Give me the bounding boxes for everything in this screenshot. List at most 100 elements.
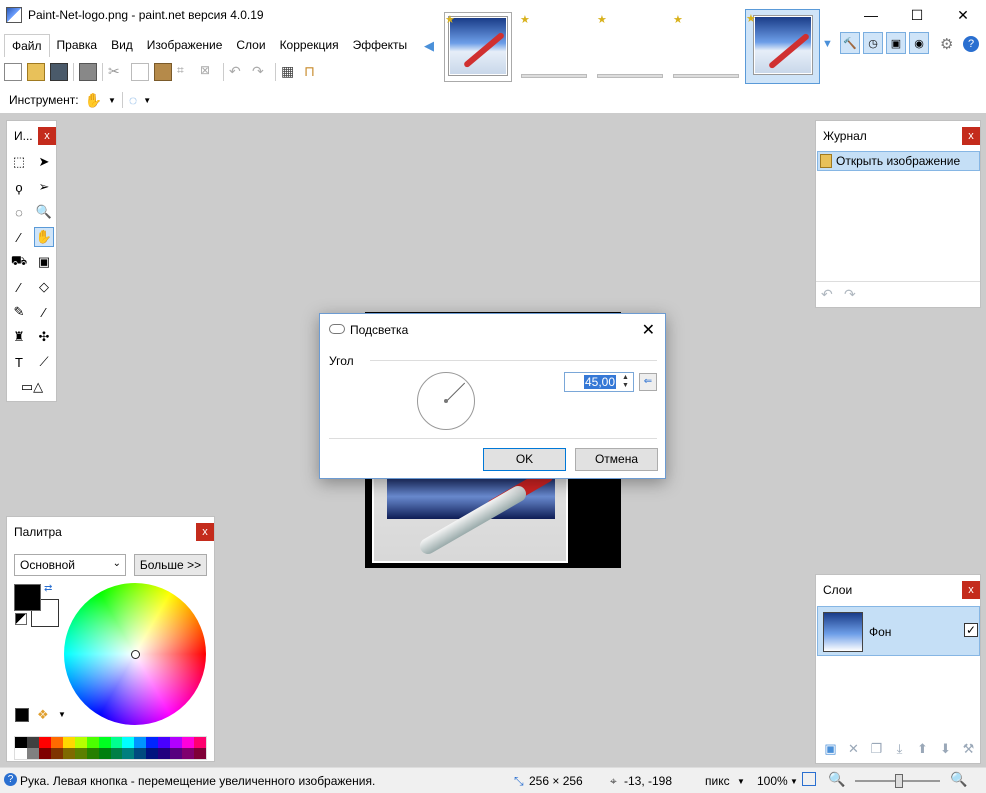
color-swatch[interactable] — [26, 737, 39, 748]
color-swatch[interactable] — [50, 737, 63, 748]
shapes-icon[interactable]: ▭△ — [15, 377, 49, 397]
angle-input[interactable]: 45,00 ▲ ▼ — [564, 372, 634, 392]
color-swatch[interactable] — [182, 748, 195, 759]
color-swatch[interactable] — [170, 737, 183, 748]
redo-icon[interactable]: ↷ — [252, 63, 270, 81]
rectangle-select-icon[interactable]: ⬚ — [9, 152, 29, 172]
close-button[interactable]: ✕ — [940, 0, 986, 30]
zoom-slider-handle[interactable] — [895, 774, 903, 788]
pan-tool-icon[interactable]: ✋ — [85, 92, 102, 109]
palette-mode-select[interactable]: Основной ⌄ — [14, 554, 126, 576]
add-color-icon[interactable] — [15, 708, 29, 722]
angle-dial[interactable] — [417, 372, 475, 430]
paintbrush-icon[interactable]: ⁄ — [9, 277, 29, 297]
grid-icon[interactable]: ▦ — [281, 63, 299, 81]
gradient-icon[interactable]: ▣ — [34, 252, 54, 272]
zoom-out-icon[interactable]: 🔍 — [828, 771, 845, 788]
more-button[interactable]: Больше >> — [134, 554, 207, 576]
menu-view[interactable]: Вид — [104, 34, 140, 56]
scroll-left-icon[interactable]: ◀ — [424, 38, 434, 54]
palette-panel-close-button[interactable]: x — [196, 523, 214, 541]
reset-angle-button[interactable]: ⇐ — [639, 373, 657, 391]
settings-gear-icon[interactable]: ⚙ — [940, 35, 953, 53]
line-curve-icon[interactable]: ⟋ — [34, 352, 54, 372]
color-swatch[interactable] — [194, 748, 206, 759]
color-swatch[interactable] — [98, 737, 111, 748]
undo-icon[interactable]: ↶ — [229, 63, 247, 81]
thumbnail-placeholder[interactable] — [597, 74, 663, 78]
layer-properties-icon[interactable]: ⚒ — [959, 740, 978, 759]
history-window-button[interactable]: ◷ — [863, 32, 883, 54]
merge-layer-icon[interactable]: ⤓ — [890, 740, 909, 759]
thumbnail-placeholder[interactable] — [673, 74, 739, 78]
tools-window-button[interactable]: 🔨 — [840, 32, 860, 54]
chevron-down-icon[interactable]: ▼ — [790, 777, 798, 786]
color-swatch[interactable] — [158, 737, 171, 748]
undo-icon[interactable]: ↶ — [821, 286, 833, 303]
color-swatch[interactable] — [110, 748, 123, 759]
chevron-down-icon[interactable]: ▼ — [58, 710, 66, 719]
dialog-close-button[interactable]: ✕ — [642, 320, 655, 340]
new-image-icon[interactable] — [4, 63, 22, 81]
menu-adjustments[interactable]: Коррекция — [273, 34, 346, 56]
history-panel-close-button[interactable]: x — [962, 127, 980, 145]
chevron-down-icon[interactable]: ▼ — [108, 96, 116, 105]
zoom-icon[interactable]: 🔍 — [34, 202, 54, 222]
move-selection-icon[interactable]: ➢ — [34, 177, 54, 197]
menu-image[interactable]: Изображение — [140, 34, 230, 56]
color-swatch[interactable] — [122, 748, 135, 759]
tools-panel-close-button[interactable]: x — [38, 127, 56, 145]
layer-visibility-checkbox[interactable]: ✓ — [964, 623, 978, 637]
color-swatch[interactable] — [194, 737, 206, 748]
cut-icon[interactable]: ✂ — [108, 63, 126, 81]
color-swatch[interactable] — [26, 748, 39, 759]
color-picker-icon[interactable]: ⁄ — [34, 302, 54, 322]
color-swatch[interactable] — [50, 748, 63, 759]
color-swatch[interactable] — [98, 748, 111, 759]
thumbnail-placeholder[interactable] — [521, 74, 587, 78]
zoom-value[interactable]: 100% — [757, 774, 788, 788]
swap-colors-icon[interactable]: ⇄ — [44, 583, 52, 594]
layers-window-button[interactable]: ▣ — [886, 32, 906, 54]
move-layer-up-icon[interactable]: ⬆ — [913, 740, 932, 759]
color-swatch[interactable] — [146, 737, 159, 748]
units-selector[interactable]: пикс — [705, 774, 730, 788]
color-swatch[interactable] — [110, 737, 123, 748]
color-wheel-handle[interactable] — [131, 650, 140, 659]
menu-effects[interactable]: Эффекты — [346, 34, 415, 56]
redo-icon[interactable]: ↷ — [844, 286, 856, 303]
color-swatch[interactable] — [74, 737, 87, 748]
save-icon[interactable] — [50, 63, 68, 81]
help-icon[interactable]: ? — [963, 36, 979, 52]
chevron-down-icon[interactable]: ▼ — [737, 777, 745, 786]
ok-button[interactable]: OK — [483, 448, 566, 471]
history-item[interactable]: Открыть изображение — [817, 151, 980, 171]
deselect-icon[interactable]: ⊠ — [200, 63, 218, 81]
menu-layers[interactable]: Слои — [229, 34, 272, 56]
color-swatch[interactable] — [86, 737, 99, 748]
color-swatch[interactable] — [134, 737, 147, 748]
menu-file[interactable]: Файл — [4, 33, 50, 57]
pencil-icon[interactable]: ✎ — [9, 302, 29, 322]
eraser-icon[interactable]: ◇ — [34, 277, 54, 297]
minimize-button[interactable]: — — [848, 0, 894, 30]
dropdown-arrow-icon[interactable]: ▼ — [822, 38, 833, 50]
colors-window-button[interactable]: ◉ — [909, 32, 929, 54]
selection-mode-icon[interactable]: ◌ — [129, 92, 137, 108]
reset-colors-icon[interactable] — [15, 613, 27, 625]
magic-wand-icon[interactable]: ⁄ — [9, 227, 29, 247]
paint-bucket-icon[interactable]: ⛟ — [9, 252, 29, 272]
color-swatch[interactable] — [182, 737, 195, 748]
duplicate-layer-icon[interactable]: ❐ — [867, 740, 886, 759]
open-icon[interactable] — [27, 63, 45, 81]
layers-panel-close-button[interactable]: x — [962, 581, 980, 599]
color-swatch[interactable] — [62, 748, 75, 759]
color-swatch[interactable] — [15, 737, 27, 748]
zoom-slider[interactable] — [855, 774, 940, 788]
palette-icon[interactable]: ❖ — [37, 707, 49, 723]
print-icon[interactable] — [79, 63, 97, 81]
paste-icon[interactable] — [154, 63, 172, 81]
zoom-in-icon[interactable]: 🔍 — [950, 771, 967, 788]
ruler-icon[interactable]: ⊓ — [304, 63, 322, 81]
color-swatch[interactable] — [134, 748, 147, 759]
